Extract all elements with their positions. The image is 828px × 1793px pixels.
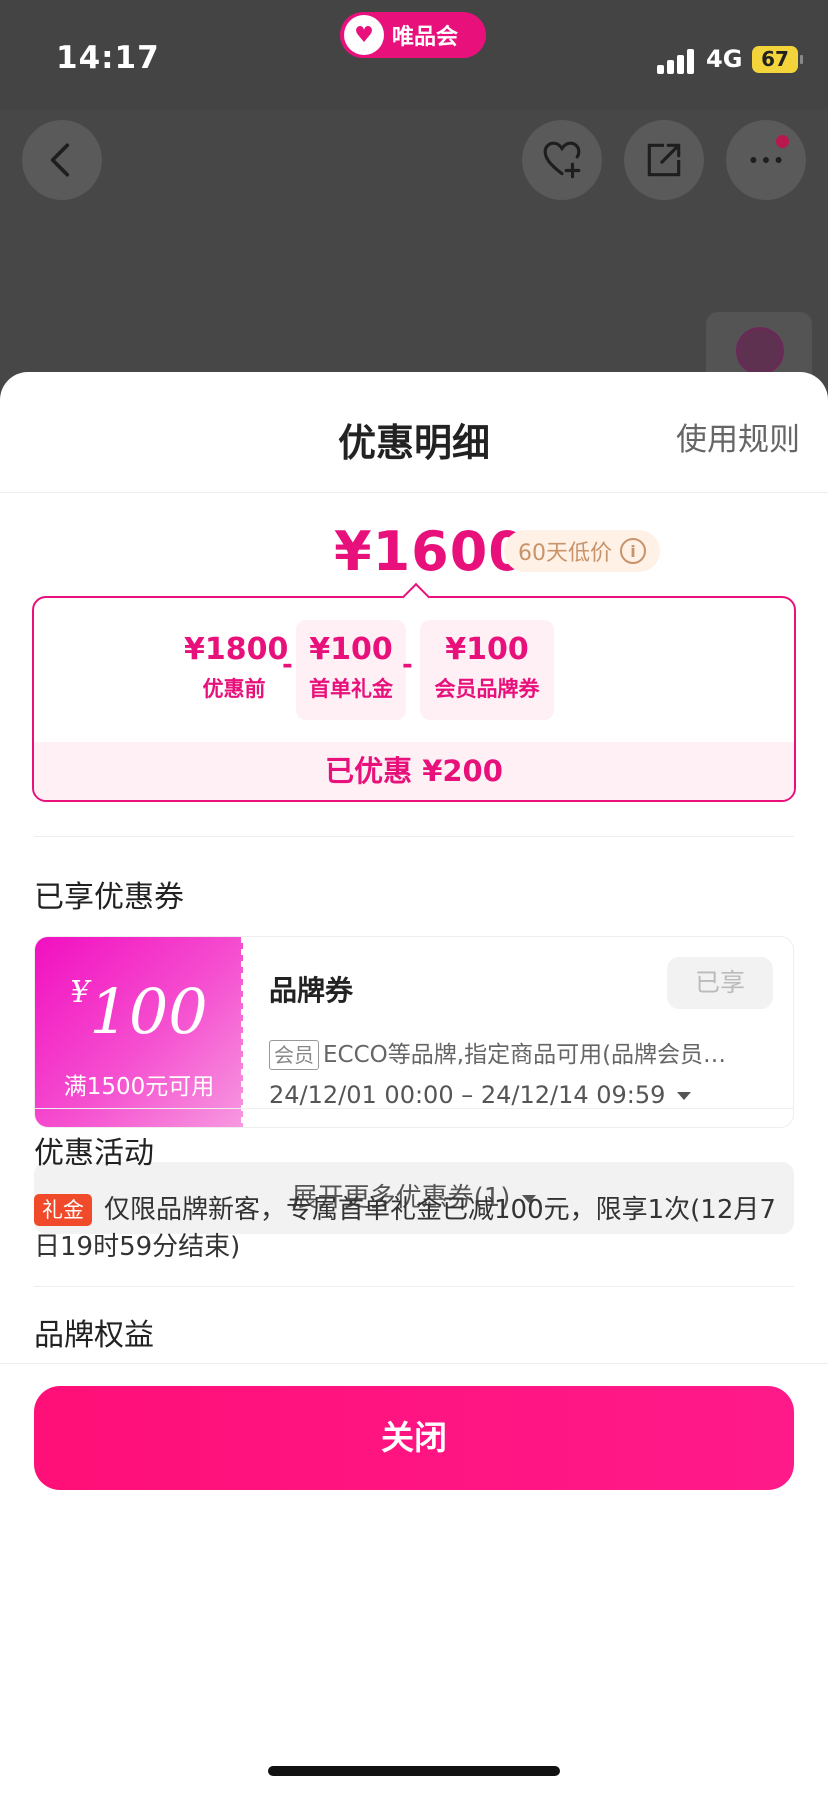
info-icon: i [620,538,646,564]
discount-detail-sheet: 优惠明细 使用规则 ¥1600 60天低价 i ¥1800 优惠前 - ¥100… [0,372,828,1793]
coupon-amount: ¥100 [35,975,243,1048]
breakdown-label: 首单礼金 [309,677,393,701]
network-type: 4G [706,45,743,73]
coupon-currency: ¥ [70,975,90,1010]
activities-section-title: 优惠活动 [34,1136,154,1171]
notification-dot [776,135,789,148]
brand-coupon-card[interactable]: ¥100 满1500元可用 品牌券 已享 会员 ECCO等品牌,指定商品可用(品牌… [34,936,794,1128]
activity-item: 礼金 仅限品牌新客，专属首单礼金已减100元，限享1次(12月7日19时59分结束… [34,1192,778,1266]
back-button[interactable] [22,120,102,200]
close-button[interactable]: 关闭 [34,1386,794,1490]
final-price: ¥1600 [334,520,527,583]
coupon-desc-text: ECCO等品牌,指定商品可用(品牌会员… [323,1042,727,1068]
minus-sign: - [282,650,293,680]
original-price-item: ¥1800 优惠前 [184,620,289,720]
breakdown-label: 会员品牌券 [434,677,540,701]
status-time: 14:17 [56,40,160,76]
breakdown-amount: ¥100 [309,632,393,667]
breakdown-label: 优惠前 [202,677,266,701]
app-badge: ♥ 唯品会 [340,12,486,58]
divider [34,836,794,837]
usage-rules-link[interactable]: 使用规则 [676,414,800,459]
signal-icon [657,48,697,74]
coupon-amount-number: 100 [89,975,208,1048]
heart-plus-icon [543,141,581,179]
chevron-left-icon [50,143,70,177]
divider [34,1286,794,1287]
battery-icon: 67 [752,46,803,73]
home-indicator [268,1766,560,1776]
more-button[interactable] [726,120,806,200]
video-icon [736,327,784,375]
activity-text: 仅限品牌新客，专属首单礼金已减100元，限享1次(12月7日19时59分结束) [34,1195,776,1262]
breakdown-amount: ¥100 [445,632,529,667]
low-price-label: 60天低价 [518,541,612,566]
coupon-period: 24/12/01 00:00 – 24/12/14 09:59 [269,1081,666,1109]
price-breakdown: ¥1800 优惠前 - ¥100 首单礼金 - ¥100 会员品牌券 已优惠 ¥… [32,596,796,802]
gift-tag: 礼金 [34,1194,92,1226]
first-order-gift-item: ¥100 首单礼金 [296,620,406,720]
coupon-description: 会员 ECCO等品牌,指定商品可用(品牌会员… [269,1035,779,1070]
divider [0,1363,828,1364]
coupon-value-panel: ¥100 满1500元可用 [35,937,245,1127]
coupons-section-title: 已享优惠券 [34,880,184,915]
total-saved: 已优惠 ¥200 [34,742,794,800]
app-badge-label: 唯品会 [392,25,459,50]
vip-logo-icon: ♥ [344,15,384,55]
share-button[interactable] [624,120,704,200]
divider [0,492,828,493]
coupon-validity[interactable]: 24/12/01 00:00 – 24/12/14 09:59 [269,1081,692,1109]
coupon-condition: 满1500元可用 [63,1074,215,1100]
share-icon [647,143,681,177]
low-price-badge[interactable]: 60天低价 i [504,530,660,572]
divider [34,1108,794,1109]
brand-benefits-section-title: 品牌权益 [34,1318,154,1353]
member-tag: 会员 [269,1040,319,1070]
minus-sign: - [402,650,413,680]
coupon-name: 品牌券 [269,974,354,1007]
status-bar: 14:17 ♥ 唯品会 4G 67 [0,0,828,110]
coupon-applied-badge: 已享 [667,957,773,1009]
favorite-button[interactable] [522,120,602,200]
member-coupon-item: ¥100 会员品牌券 [420,620,554,720]
chevron-down-icon [677,1092,692,1100]
breakdown-amount: ¥1800 [184,632,289,667]
